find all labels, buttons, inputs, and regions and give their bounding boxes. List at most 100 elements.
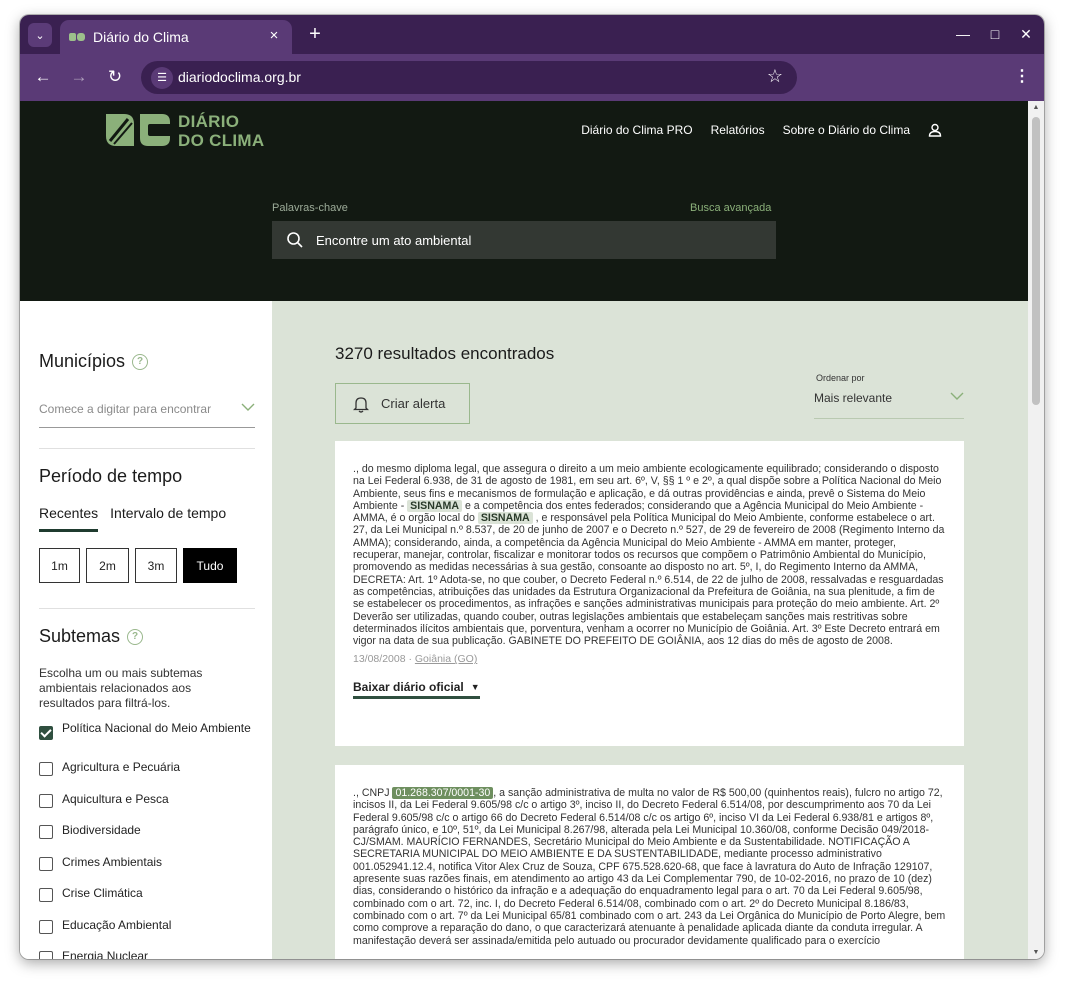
help-icon[interactable]: ? bbox=[127, 628, 144, 645]
checkbox[interactable] bbox=[39, 762, 53, 776]
checkbox[interactable] bbox=[39, 951, 53, 959]
site-header: DIÁRIO DO CLIMA Diário do Clima PRO Rela… bbox=[20, 101, 1028, 301]
result-excerpt: ., do mesmo diploma legal, que assegura … bbox=[353, 463, 946, 647]
subtema-label: Educação Ambiental bbox=[62, 918, 172, 932]
scroll-up-icon[interactable]: ▲ bbox=[1032, 104, 1040, 111]
scrollbar-thumb[interactable] bbox=[1032, 117, 1040, 405]
bookmark-star-icon[interactable]: ☆ bbox=[767, 66, 783, 87]
create-alert-label: Criar alerta bbox=[381, 396, 446, 411]
municipios-select[interactable]: Comece a digitar para encontrar bbox=[39, 398, 255, 428]
subtema-energia-nuclear[interactable]: Energia Nuclear bbox=[39, 949, 255, 959]
highlight-term: SISNAMA bbox=[407, 499, 463, 512]
tab-title: Diário do Clima bbox=[93, 29, 189, 45]
logo-text: DIÁRIO DO CLIMA bbox=[178, 112, 264, 150]
search-box[interactable] bbox=[272, 221, 776, 259]
period-2m-button[interactable]: 2m bbox=[86, 548, 129, 583]
nav-link-about[interactable]: Sobre o Diário do Clima bbox=[783, 123, 910, 137]
logo-mark-icon bbox=[106, 114, 170, 146]
logo-line1: DIÁRIO bbox=[178, 112, 240, 131]
result-card: ., do mesmo diploma legal, que assegura … bbox=[335, 441, 964, 746]
page-scrollbar[interactable]: ▲ ▼ bbox=[1028, 101, 1044, 959]
close-window-icon[interactable]: ✕ bbox=[1016, 24, 1036, 44]
tab-search-button[interactable]: ⌄ bbox=[28, 23, 52, 47]
bell-icon bbox=[353, 396, 369, 413]
period-1m-button[interactable]: 1m bbox=[39, 548, 80, 583]
subtema-label: Energia Nuclear bbox=[62, 949, 149, 959]
search-icon bbox=[287, 232, 303, 248]
subtema-agricultura[interactable]: Agricultura e Pecuária bbox=[39, 760, 255, 792]
highlight-term: SISNAMA bbox=[477, 512, 533, 525]
top-navigation: Diário do Clima PRO Relatórios Sobre o D… bbox=[581, 123, 942, 137]
subtema-label: Crise Climática bbox=[62, 886, 143, 900]
advanced-search-link[interactable]: Busca avançada bbox=[690, 202, 771, 214]
tab-active[interactable]: Diário do Clima × bbox=[60, 20, 292, 54]
download-diario-button[interactable]: Baixar diário oficial ▼ bbox=[353, 680, 480, 700]
subtema-educacao[interactable]: Educação Ambiental bbox=[39, 918, 255, 949]
excerpt-text: , e responsável pela Política Municipal … bbox=[353, 512, 945, 648]
nav-link-reports[interactable]: Relatórios bbox=[711, 123, 765, 137]
subtema-biodiversidade[interactable]: Biodiversidade bbox=[39, 823, 255, 855]
subtemas-title: Subtemas bbox=[39, 626, 121, 646]
page-viewport: DIÁRIO DO CLIMA Diário do Clima PRO Rela… bbox=[20, 101, 1028, 959]
url-text: diariodoclima.org.br bbox=[178, 69, 301, 85]
excerpt-text: , a sanção administrativa de multa no va… bbox=[353, 787, 946, 947]
result-excerpt: ., CNPJ 01.268.307/0001-30, a sanção adm… bbox=[353, 787, 946, 947]
browser-toolbar: ← → ↻ ☰ diariodoclima.org.br ☆ ⋮ bbox=[20, 54, 1044, 101]
municipios-title: Municípios bbox=[39, 351, 126, 371]
result-meta: 13/08/2008 · Goiânia (GO) bbox=[353, 653, 946, 665]
result-city-link[interactable]: Goiânia (GO) bbox=[415, 653, 477, 665]
create-alert-button[interactable]: Criar alerta bbox=[335, 383, 470, 424]
help-icon[interactable]: ? bbox=[132, 353, 149, 370]
tab-close-icon[interactable]: × bbox=[264, 26, 284, 46]
chevron-down-icon: ⌄ bbox=[35, 29, 45, 42]
subtema-crise-climatica[interactable]: Crise Climática bbox=[39, 886, 255, 918]
sort-select[interactable]: Mais relevante bbox=[814, 389, 964, 419]
sort-label: Ordenar por bbox=[816, 373, 865, 383]
result-date: 13/08/2008 · bbox=[353, 653, 415, 666]
search-input[interactable] bbox=[316, 221, 756, 259]
period-all-button[interactable]: Tudo bbox=[183, 548, 237, 583]
user-icon[interactable] bbox=[928, 123, 942, 137]
address-bar[interactable]: ☰ diariodoclima.org.br ☆ bbox=[141, 61, 797, 94]
keywords-label: Palavras-chave bbox=[272, 202, 348, 214]
site-logo[interactable]: DIÁRIO DO CLIMA bbox=[104, 111, 274, 151]
site-favicon-icon bbox=[69, 33, 85, 41]
tab-intervalo[interactable]: Intervalo de tempo bbox=[110, 505, 226, 532]
chevron-down-icon bbox=[241, 403, 255, 411]
back-arrow-icon[interactable]: ← bbox=[32, 66, 54, 88]
forward-arrow-icon[interactable]: → bbox=[68, 66, 90, 88]
subtemas-heading: Subtemas ? bbox=[39, 626, 144, 647]
subtema-label: Aquicultura e Pesca bbox=[62, 792, 169, 806]
minimize-icon[interactable]: — bbox=[953, 24, 973, 44]
logo-line2: DO CLIMA bbox=[178, 131, 265, 150]
checkbox[interactable] bbox=[39, 920, 53, 934]
tab-strip: ⌄ Diário do Clima × + — □ ✕ bbox=[20, 15, 1044, 54]
subtema-label: Biodiversidade bbox=[62, 823, 141, 837]
reload-icon[interactable]: ↻ bbox=[104, 66, 126, 88]
new-tab-button[interactable]: + bbox=[303, 23, 327, 47]
scroll-down-icon[interactable]: ▼ bbox=[1032, 949, 1040, 956]
period-3m-button[interactable]: 3m bbox=[135, 548, 177, 583]
checkbox[interactable] bbox=[39, 857, 53, 871]
filters-sidebar: Municípios ? Comece a digitar para encon… bbox=[20, 301, 272, 959]
browser-menu-icon[interactable]: ⋮ bbox=[1014, 66, 1030, 86]
subtema-crimes[interactable]: Crimes Ambientais bbox=[39, 855, 255, 886]
subtema-politica-nacional[interactable]: Política Nacional do Meio Ambiente bbox=[39, 719, 255, 760]
results-count: 3270 resultados encontrados bbox=[335, 344, 555, 363]
checkbox-checked[interactable] bbox=[39, 726, 53, 740]
tab-recentes[interactable]: Recentes bbox=[39, 505, 99, 532]
site-info-icon[interactable]: ☰ bbox=[151, 67, 173, 89]
download-label: Baixar diário oficial bbox=[353, 680, 464, 695]
subtema-aquicultura[interactable]: Aquicultura e Pesca bbox=[39, 792, 255, 823]
periodo-tabs: Recentes Intervalo de tempo bbox=[39, 505, 226, 532]
checkbox[interactable] bbox=[39, 825, 53, 839]
browser-window: ⌄ Diário do Clima × + — □ ✕ ← → ↻ ☰ diar… bbox=[20, 15, 1044, 959]
checkbox[interactable] bbox=[39, 794, 53, 808]
checkbox[interactable] bbox=[39, 888, 53, 902]
municipios-heading: Municípios ? bbox=[39, 351, 149, 372]
maximize-icon[interactable]: □ bbox=[985, 24, 1005, 44]
subtema-label: Política Nacional do Meio Ambiente bbox=[62, 721, 251, 735]
period-buttons: 1m 2m 3m Tudo bbox=[39, 548, 237, 583]
subtemas-list: Política Nacional do Meio Ambiente Agric… bbox=[39, 719, 255, 959]
nav-link-pro[interactable]: Diário do Clima PRO bbox=[581, 123, 692, 137]
